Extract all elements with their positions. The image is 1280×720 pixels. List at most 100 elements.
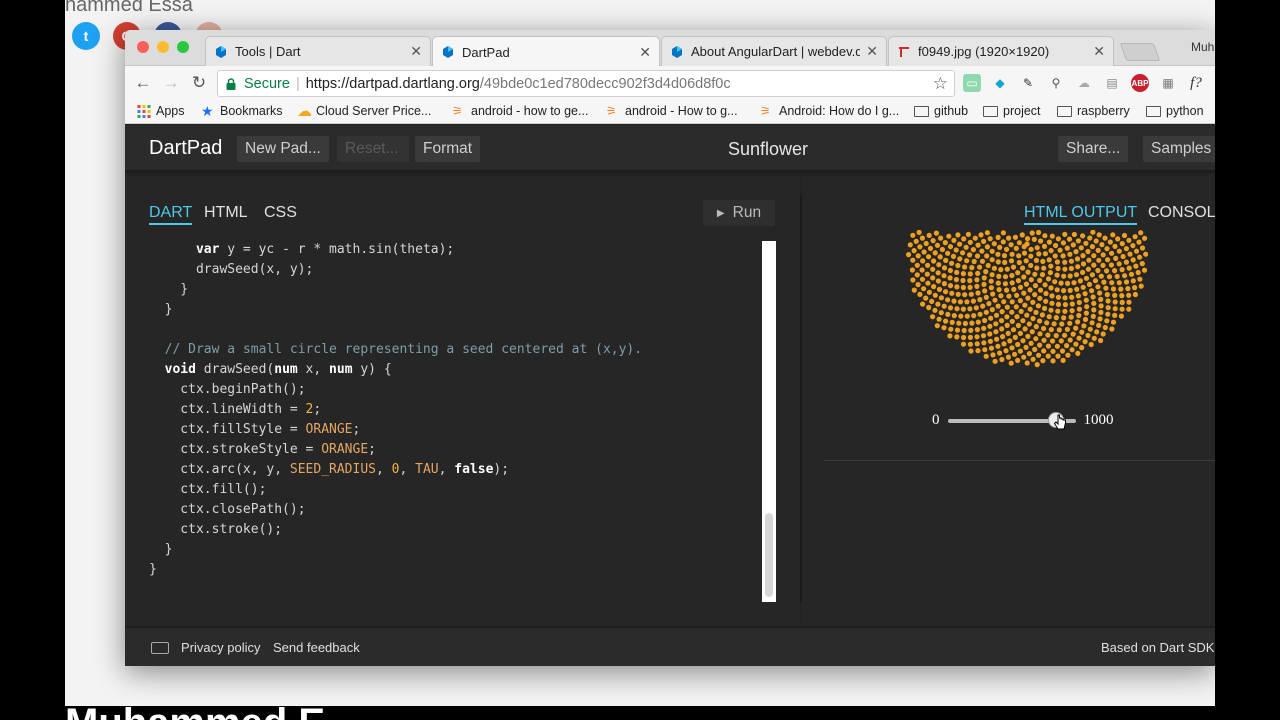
- seed-dot: [1105, 298, 1111, 304]
- bookmark-cloud-server[interactable]: ☁ Cloud Server Price...: [297, 102, 431, 120]
- privacy-policy-link[interactable]: Privacy policy: [181, 640, 260, 655]
- browser-tab-angulardart[interactable]: About AngularDart | webdev.dart ✕: [661, 36, 887, 66]
- seed-dot: [1110, 319, 1117, 325]
- seed-dot: [962, 292, 968, 298]
- seed-dot: [1013, 304, 1019, 310]
- tab-css[interactable]: CSS: [264, 204, 297, 222]
- seed-dot: [974, 277, 980, 283]
- url-path: /49bde0c1ed780decc902f3d4d06d8f0c: [479, 75, 731, 92]
- profile-name[interactable]: Muh: [1191, 40, 1214, 54]
- seed-dot: [967, 239, 973, 245]
- seed-dot: [1002, 274, 1009, 280]
- seed-dot: [1006, 293, 1012, 299]
- bookmark-apps[interactable]: Apps: [137, 104, 185, 118]
- seed-dot: [1107, 239, 1113, 245]
- tab-dart[interactable]: DART: [149, 204, 193, 225]
- bookmark-folder-python[interactable]: python: [1146, 104, 1204, 118]
- seed-dot: [1138, 283, 1144, 289]
- code-line: }: [149, 560, 749, 580]
- seed-dot: [993, 329, 999, 335]
- new-tab-button[interactable]: [1119, 43, 1161, 61]
- bookmark-star-icon[interactable]: ☆: [933, 74, 948, 94]
- close-window-button[interactable]: [137, 41, 149, 53]
- close-tab-icon[interactable]: ✕: [866, 43, 878, 60]
- seed-dot: [1098, 303, 1104, 309]
- bookmark-folder-raspberry[interactable]: raspberry: [1057, 104, 1130, 118]
- reload-icon[interactable]: ↻: [188, 72, 210, 94]
- send-feedback-link[interactable]: Send feedback: [273, 640, 360, 655]
- code-line: var y = yc - r * math.sin(theta);: [149, 240, 749, 260]
- code-line: ctx.arc(x, y, SEED_RADIUS, 0, TAU, false…: [149, 460, 749, 480]
- seed-dot: [1051, 321, 1057, 327]
- code-token: }: [149, 302, 173, 317]
- share-button[interactable]: Share...: [1058, 136, 1129, 162]
- seed-dot: [975, 319, 981, 325]
- keyboard-icon[interactable]: [151, 642, 169, 654]
- eyedropper-icon[interactable]: ✎: [1019, 74, 1037, 92]
- seed-dot: [1013, 245, 1019, 251]
- bookmark-stackoverflow-2[interactable]: ⚞ android - How to g...: [606, 104, 738, 118]
- seed-dot: [1004, 287, 1010, 293]
- seed-dot: [926, 289, 932, 295]
- close-tab-icon[interactable]: ✕: [410, 43, 422, 60]
- seed-dot: [1015, 322, 1021, 329]
- output-separator: [824, 460, 1215, 461]
- extension-icon[interactable]: ▦: [1159, 74, 1177, 92]
- seed-dot: [997, 244, 1003, 250]
- cloud-icon: ☁: [297, 102, 312, 120]
- tab-html[interactable]: HTML: [204, 204, 248, 222]
- close-tab-icon[interactable]: ✕: [1093, 43, 1105, 60]
- seed-dot: [1101, 279, 1107, 285]
- reset-button[interactable]: Reset...: [337, 136, 409, 162]
- extension-icon[interactable]: ⚲: [1047, 74, 1065, 92]
- seed-dot: [989, 248, 995, 254]
- bookmark-stackoverflow-3[interactable]: ⚞ Android: How do I g...: [760, 104, 899, 118]
- dartpad-logo[interactable]: DartPad: [149, 137, 222, 160]
- samples-button[interactable]: Samples: [1143, 136, 1215, 162]
- editor-scrollbar-thumb[interactable]: [765, 513, 773, 597]
- code-token: num: [274, 362, 298, 377]
- bookmark-folder-project[interactable]: project: [983, 104, 1041, 118]
- address-bar[interactable]: Secure | https://dartpad.dartlang.org/49…: [217, 70, 955, 97]
- bookmark-folder-github[interactable]: github: [914, 104, 968, 118]
- pad-title: Sunflower: [728, 139, 809, 159]
- minimize-window-button[interactable]: [157, 41, 169, 53]
- forward-arrow-icon[interactable]: →: [160, 72, 182, 94]
- tab-html-output[interactable]: HTML OUTPUT: [1024, 204, 1138, 225]
- browser-tab-image[interactable]: f0949.jpg (1920×1920) ✕: [888, 36, 1114, 66]
- bookmark-stackoverflow-1[interactable]: ⚞ android - how to ge...: [452, 104, 588, 118]
- seed-dot: [920, 258, 926, 264]
- code-editor[interactable]: var y = yc - r * math.sin(theta); drawSe…: [149, 240, 749, 620]
- editor-scrollbar[interactable]: [762, 241, 776, 602]
- seed-dot: [1087, 326, 1093, 332]
- seed-dot: [1001, 341, 1007, 347]
- format-button[interactable]: Format: [415, 136, 481, 162]
- code-token: ctx.arc(x, y,: [149, 462, 290, 477]
- seed-dot: [943, 318, 949, 324]
- run-button[interactable]: ▶ Run: [703, 200, 775, 226]
- seed-dot: [1076, 335, 1082, 341]
- browser-tab-dartpad[interactable]: DartPad ✕: [432, 36, 660, 67]
- maximize-window-button[interactable]: [177, 41, 189, 53]
- extension-icon[interactable]: ▭: [963, 74, 981, 92]
- extension-icon[interactable]: ▤: [1103, 74, 1121, 92]
- seed-dot: [964, 258, 970, 264]
- seed-dot: [1109, 250, 1115, 256]
- seed-dot: [1080, 284, 1086, 290]
- new-pad-button[interactable]: New Pad...: [237, 136, 329, 162]
- seed-dot: [932, 292, 938, 298]
- seed-dot: [1086, 281, 1093, 287]
- tab-console[interactable]: CONSOLE: [1148, 204, 1215, 222]
- seed-dot: [1028, 253, 1034, 259]
- browser-tab-tools-dart[interactable]: Tools | Dart ✕: [205, 36, 431, 66]
- seed-dot: [1006, 235, 1012, 241]
- formula-icon[interactable]: f?: [1187, 74, 1205, 92]
- sdk-version-text: Based on Dart SDK: [1101, 640, 1215, 655]
- close-tab-icon[interactable]: ✕: [639, 44, 651, 61]
- bookmark-bookmarks[interactable]: ★ Bookmarks: [201, 104, 283, 119]
- adblock-icon[interactable]: ABP: [1131, 74, 1149, 92]
- extension-icon[interactable]: ☁: [1075, 74, 1093, 92]
- extension-icon[interactable]: ◆: [991, 74, 1009, 92]
- back-arrow-icon[interactable]: ←: [132, 72, 154, 94]
- seed-dot: [991, 265, 997, 271]
